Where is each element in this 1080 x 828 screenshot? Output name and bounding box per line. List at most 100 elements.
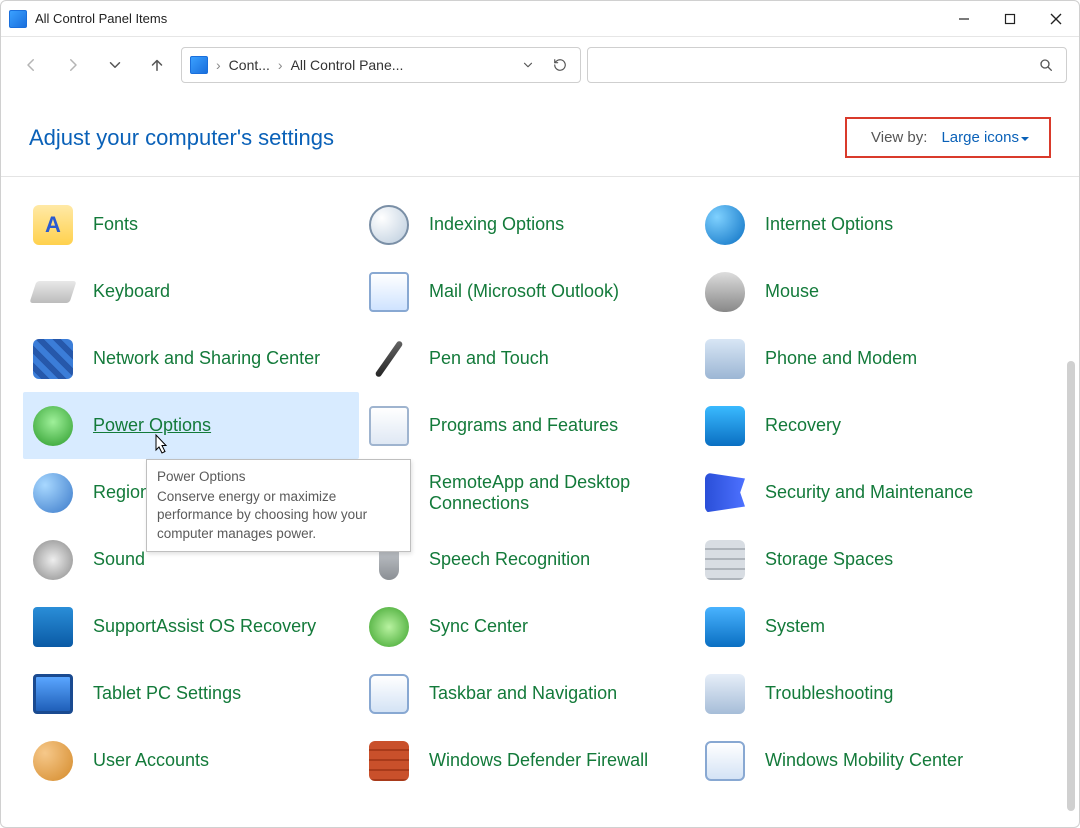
search-icon: [1038, 57, 1054, 73]
net-icon: [31, 337, 75, 381]
forward-button[interactable]: [55, 47, 91, 83]
page-heading: Adjust your computer's settings: [29, 125, 334, 151]
breadcrumb-seg-2[interactable]: All Control Pane...: [291, 57, 404, 73]
divider: [1, 176, 1079, 177]
control-panel-item[interactable]: Keyboard: [23, 258, 359, 325]
item-label: Taskbar and Navigation: [429, 683, 617, 704]
viewby-label: View by:: [871, 129, 927, 146]
control-panel-item[interactable]: Recovery: [695, 392, 1031, 459]
window-title: All Control Panel Items: [35, 11, 167, 26]
sys-icon: [703, 605, 747, 649]
globe-icon: [703, 203, 747, 247]
pwr-icon: [31, 404, 75, 448]
scrollbar[interactable]: [1067, 361, 1075, 811]
item-label: System: [765, 616, 825, 637]
mag-icon: [367, 203, 411, 247]
control-panel-item[interactable]: Tablet PC Settings: [23, 660, 359, 727]
control-panel-item[interactable]: SupportAssist OS Recovery: [23, 593, 359, 660]
tablet-icon: [31, 672, 75, 716]
control-panel-item[interactable]: System: [695, 593, 1031, 660]
tooltip-title: Power Options: [157, 468, 400, 486]
item-label: Internet Options: [765, 214, 893, 235]
rec-icon: [703, 404, 747, 448]
item-label: Network and Sharing Center: [93, 348, 320, 369]
mob-icon: [703, 739, 747, 783]
item-label: Mail (Microsoft Outlook): [429, 281, 619, 302]
item-label: Programs and Features: [429, 415, 618, 436]
mouse-icon: [703, 270, 747, 314]
control-panel-item[interactable]: Internet Options: [695, 191, 1031, 258]
kb-icon: [31, 270, 75, 314]
item-label: Phone and Modem: [765, 348, 917, 369]
control-panel-item[interactable]: Fonts: [23, 191, 359, 258]
search-box[interactable]: [587, 47, 1067, 83]
minimize-button[interactable]: [941, 1, 987, 37]
control-panel-item[interactable]: Phone and Modem: [695, 325, 1031, 392]
control-panel-item[interactable]: Sync Center: [359, 593, 695, 660]
control-panel-item[interactable]: User Accounts: [23, 727, 359, 794]
titlebar: All Control Panel Items: [1, 1, 1079, 37]
control-panel-item[interactable]: Security and Maintenance: [695, 459, 1031, 526]
chevron-right-icon: ›: [216, 57, 221, 73]
prog-icon: [367, 404, 411, 448]
control-panel-item[interactable]: Power Options: [23, 392, 359, 459]
maximize-button[interactable]: [987, 1, 1033, 37]
app-icon: [9, 10, 27, 28]
tooltip: Power Options Conserve energy or maximiz…: [146, 459, 411, 552]
fax-icon: [703, 337, 747, 381]
item-label: Sync Center: [429, 616, 528, 637]
item-label: Pen and Touch: [429, 348, 549, 369]
viewby-highlight: View by: Large icons: [845, 117, 1051, 158]
spk-icon: [31, 538, 75, 582]
item-label: RemoteApp and Desktop Connections: [429, 472, 687, 513]
mail-icon: [367, 270, 411, 314]
sync-icon: [367, 605, 411, 649]
breadcrumb-seg-1[interactable]: Cont...: [229, 57, 270, 73]
trouble-icon: [703, 672, 747, 716]
item-label: Speech Recognition: [429, 549, 590, 570]
item-label: Storage Spaces: [765, 549, 893, 570]
heading-row: Adjust your computer's settings View by:…: [1, 93, 1079, 176]
history-dropdown[interactable]: [97, 47, 133, 83]
control-panel-item[interactable]: Windows Defender Firewall: [359, 727, 695, 794]
case-icon: [31, 605, 75, 649]
item-label: Indexing Options: [429, 214, 564, 235]
item-label: Windows Mobility Center: [765, 750, 963, 771]
up-button[interactable]: [139, 47, 175, 83]
item-label: Region: [93, 482, 150, 503]
task-icon: [367, 672, 411, 716]
control-panel-item[interactable]: Mail (Microsoft Outlook): [359, 258, 695, 325]
item-label: Windows Defender Firewall: [429, 750, 648, 771]
item-label: User Accounts: [93, 750, 209, 771]
pen-icon: [367, 337, 411, 381]
pointer-cursor-icon: [149, 433, 171, 459]
item-label: Fonts: [93, 214, 138, 235]
back-button[interactable]: [13, 47, 49, 83]
item-label: Recovery: [765, 415, 841, 436]
close-button[interactable]: [1033, 1, 1079, 37]
address-bar[interactable]: › Cont... › All Control Pane...: [181, 47, 581, 83]
nav-row: › Cont... › All Control Pane...: [1, 37, 1079, 93]
item-label: Keyboard: [93, 281, 170, 302]
users-icon: [31, 739, 75, 783]
control-panel-item[interactable]: Windows Mobility Center: [695, 727, 1031, 794]
clock-icon: [31, 471, 75, 515]
control-panel-item[interactable]: Indexing Options: [359, 191, 695, 258]
address-dropdown[interactable]: [516, 58, 540, 72]
refresh-button[interactable]: [548, 58, 572, 72]
control-panel-item[interactable]: Network and Sharing Center: [23, 325, 359, 392]
tooltip-body: Conserve energy or maximize performance …: [157, 489, 367, 540]
control-panel-item[interactable]: Pen and Touch: [359, 325, 695, 392]
control-panel-item[interactable]: Storage Spaces: [695, 526, 1031, 593]
control-panel-item[interactable]: Troubleshooting: [695, 660, 1031, 727]
item-label: Troubleshooting: [765, 683, 893, 704]
item-label: Tablet PC Settings: [93, 683, 241, 704]
disks-icon: [703, 538, 747, 582]
item-label: SupportAssist OS Recovery: [93, 616, 316, 637]
flag-icon: [703, 471, 747, 515]
control-panel-item[interactable]: Mouse: [695, 258, 1031, 325]
fonts-icon: [31, 203, 75, 247]
viewby-dropdown[interactable]: Large icons: [941, 129, 1029, 146]
control-panel-item[interactable]: Programs and Features: [359, 392, 695, 459]
control-panel-item[interactable]: Taskbar and Navigation: [359, 660, 695, 727]
